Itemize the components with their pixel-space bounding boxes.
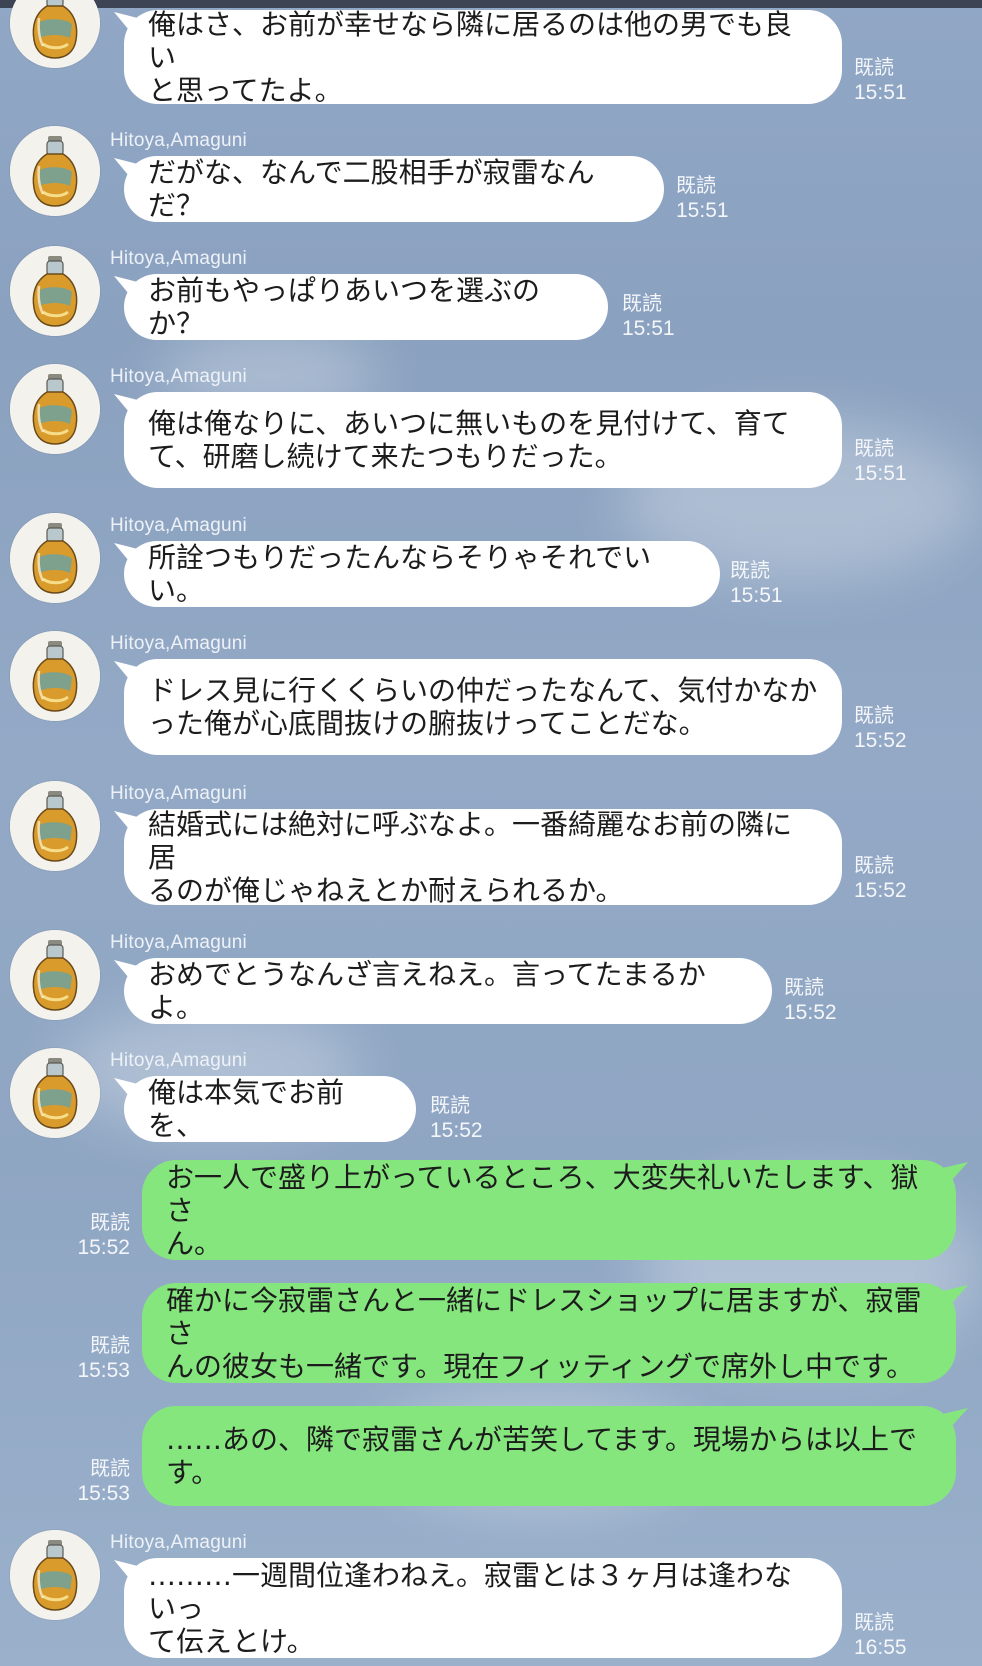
sender-name: Hitoya,Amaguni	[110, 633, 247, 654]
read-status: 既読 15:52	[70, 1210, 130, 1260]
timestamp: 15:52	[430, 1119, 483, 1142]
chat-log[interactable]: 俺はさ、お前が幸せなら隣に居るのは他の男でも良い と思ってたよ。 既読 15:51 …	[0, 0, 982, 1666]
avatar[interactable]	[10, 364, 100, 454]
avatar[interactable]	[10, 246, 100, 336]
read-label: 既読	[622, 291, 662, 315]
timestamp: 15:51	[854, 462, 907, 485]
bottle-icon	[10, 513, 100, 603]
message-text: 結婚式には絶対に呼ぶなよ。一番綺麗なお前の隣に居 るのが俺じゃねえとか耐えられるか…	[148, 807, 793, 907]
timestamp: 15:53	[77, 1482, 130, 1505]
bottle-icon	[10, 1530, 100, 1620]
message-text: 所詮つもりだったんならそりゃそれでいい。	[148, 541, 652, 607]
avatar[interactable]	[10, 631, 100, 721]
message-bubble[interactable]: 所詮つもりだったんならそりゃそれでいい。	[124, 541, 720, 607]
message-bubble[interactable]: ……あの、隣で寂雷さんが苦笑してます。現場からは以上で す。	[142, 1406, 956, 1506]
message-text: ………一週間位逢わねえ。寂雷とは３ヶ月は逢わないっ て伝えとけ。	[148, 1558, 793, 1658]
message-bubble[interactable]: だがな、なんで二股相手が寂雷なんだ？	[124, 156, 664, 222]
read-label: 既読	[854, 55, 894, 79]
avatar[interactable]	[10, 126, 100, 216]
sender-name: Hitoya,Amaguni	[110, 130, 247, 151]
message-text: 俺は本気でお前を、	[148, 1076, 345, 1142]
read-label: 既読	[90, 1210, 130, 1234]
message-bubble[interactable]: お前もやっぱりあいつを選ぶのか？	[124, 274, 608, 340]
timestamp: 15:52	[784, 1001, 837, 1024]
message-text: お前もやっぱりあいつを選ぶのか？	[148, 274, 541, 340]
bottle-icon	[10, 246, 100, 336]
read-label: 既読	[854, 853, 894, 877]
read-status: 既読 15:51	[622, 291, 675, 341]
read-status: 既読 15:52	[854, 853, 907, 903]
read-status: 既読 15:53	[70, 1456, 130, 1506]
read-status: 既読 15:53	[70, 1333, 130, 1383]
read-status: 既読 15:51	[676, 173, 729, 223]
avatar[interactable]	[10, 0, 100, 68]
avatar[interactable]	[10, 1048, 100, 1138]
message-bubble[interactable]: おめでとうなんざ言えねえ。言ってたまるかよ。	[124, 958, 772, 1024]
timestamp: 15:51	[676, 199, 729, 222]
bottle-icon	[10, 1048, 100, 1138]
sender-name: Hitoya,Amaguni	[110, 515, 247, 536]
message-text: 俺は俺なりに、あいつに無いものを見付けて、育て て、研磨し続けて来たつもりだった。	[148, 407, 790, 473]
message-bubble[interactable]: お一人で盛り上がっているところ、大変失礼いたします、獄さ ん。	[142, 1160, 956, 1260]
message-text: だがな、なんで二股相手が寂雷なんだ？	[148, 156, 595, 222]
sender-name: Hitoya,Amaguni	[110, 1532, 247, 1553]
read-status: 既読 15:52	[784, 975, 837, 1025]
bottle-icon	[10, 364, 100, 454]
read-label: 既読	[430, 1093, 470, 1117]
read-label: 既読	[854, 703, 894, 727]
avatar[interactable]	[10, 1530, 100, 1620]
sender-name: Hitoya,Amaguni	[110, 1050, 247, 1071]
read-label: 既読	[854, 1610, 894, 1634]
message-bubble[interactable]: 俺は本気でお前を、	[124, 1076, 416, 1142]
message-text: お一人で盛り上がっているところ、大変失礼いたします、獄さ ん。	[166, 1160, 919, 1260]
avatar[interactable]	[10, 781, 100, 871]
timestamp: 15:52	[854, 729, 907, 752]
timestamp: 15:52	[77, 1236, 130, 1259]
bottle-icon	[10, 930, 100, 1020]
message-text: 俺はさ、お前が幸せなら隣に居るのは他の男でも良い と思ってたよ。	[148, 7, 793, 107]
timestamp: 15:52	[854, 879, 907, 902]
read-label: 既読	[676, 173, 716, 197]
read-status: 既読 15:51	[730, 558, 783, 608]
message-bubble[interactable]: ドレス見に行くくらいの仲だったなんて、気付かなか った俺が心底間抜けの腑抜けってこ…	[124, 659, 842, 755]
sender-name: Hitoya,Amaguni	[110, 366, 247, 387]
bottle-icon	[10, 0, 100, 68]
sender-name: Hitoya,Amaguni	[110, 783, 247, 804]
message-bubble[interactable]: 俺はさ、お前が幸せなら隣に居るのは他の男でも良い と思ってたよ。	[124, 7, 842, 107]
message-text: 確かに今寂雷さんと一緒にドレスショップに居ますが、寂雷さ んの彼女も一緒です。現在…	[166, 1283, 922, 1383]
message-text: おめでとうなんざ言えねえ。言ってたまるかよ。	[148, 958, 706, 1024]
timestamp: 16:55	[854, 1636, 907, 1659]
read-label: 既読	[784, 975, 824, 999]
timestamp: 15:51	[854, 81, 907, 104]
bottle-icon	[10, 126, 100, 216]
bottle-icon	[10, 631, 100, 721]
avatar[interactable]	[10, 513, 100, 603]
sender-name: Hitoya,Amaguni	[110, 932, 247, 953]
read-status: 既読 16:55	[854, 1610, 907, 1660]
message-bubble[interactable]: 俺は俺なりに、あいつに無いものを見付けて、育て て、研磨し続けて来たつもりだった。	[124, 392, 842, 488]
avatar[interactable]	[10, 930, 100, 1020]
message-text: ……あの、隣で寂雷さんが苦笑してます。現場からは以上で す。	[166, 1423, 917, 1489]
read-label: 既読	[90, 1333, 130, 1357]
message-bubble[interactable]: 結婚式には絶対に呼ぶなよ。一番綺麗なお前の隣に居 るのが俺じゃねえとか耐えられるか…	[124, 807, 842, 907]
message-text: ドレス見に行くくらいの仲だったなんて、気付かなか った俺が心底間抜けの腑抜けってこ…	[148, 674, 818, 740]
read-status: 既読 15:51	[854, 436, 907, 486]
read-status: 既読 15:52	[430, 1093, 483, 1143]
read-label: 既読	[90, 1456, 130, 1480]
sender-name: Hitoya,Amaguni	[110, 248, 247, 269]
read-label: 既読	[854, 436, 894, 460]
timestamp: 15:53	[77, 1359, 130, 1382]
message-bubble[interactable]: ………一週間位逢わねえ。寂雷とは３ヶ月は逢わないっ て伝えとけ。	[124, 1558, 842, 1658]
message-bubble[interactable]: 確かに今寂雷さんと一緒にドレスショップに居ますが、寂雷さ んの彼女も一緒です。現在…	[142, 1283, 956, 1383]
bottle-icon	[10, 781, 100, 871]
timestamp: 15:51	[622, 317, 675, 340]
read-status: 既読 15:52	[854, 703, 907, 753]
timestamp: 15:51	[730, 584, 783, 607]
read-status: 既読 15:51	[854, 55, 907, 105]
read-label: 既読	[730, 558, 770, 582]
